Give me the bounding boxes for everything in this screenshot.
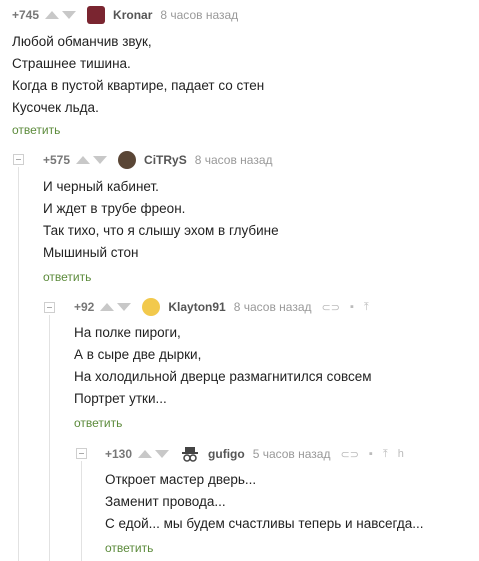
- arrow-up-icon[interactable]: ⤒: [364, 301, 369, 314]
- comment-body: Любой обманчив звук, Страшнее тишина. Ко…: [12, 31, 264, 119]
- comment-line: Откроет мастер дверь...: [105, 472, 257, 487]
- save-icon[interactable]: ▪: [350, 301, 354, 313]
- comment-line: Когда в пустой квартире, падает со стен: [12, 78, 265, 93]
- comment-line: Кусочек льда.: [12, 100, 99, 115]
- comment-header: +92 Klayton91 8 часов назад ⊂⊃ ▪ ⤒: [74, 297, 379, 317]
- comment-line: И ждет в трубе фреон.: [43, 201, 186, 216]
- collapse-toggle[interactable]: [44, 302, 55, 313]
- comment-tools: ⊂⊃ ▪ ⤒: [322, 301, 379, 314]
- comment-header: +575 CiTRyS 8 часов назад: [43, 150, 273, 170]
- comment-line: С едой... мы будем счастливы теперь и на…: [105, 516, 424, 531]
- comment-line: На полке пироги,: [74, 325, 181, 340]
- comment-line: Портрет утки...: [74, 391, 167, 406]
- comment-line: А в сыре две дырки,: [74, 347, 202, 362]
- comment-time[interactable]: 5 часов назад: [253, 447, 331, 461]
- comment-rating: +130: [105, 447, 133, 461]
- comment-time[interactable]: 8 часов назад: [195, 153, 273, 167]
- downvote-icon[interactable]: [155, 450, 170, 458]
- comment-tools: ⊂⊃ ▪ ⤒ h: [340, 448, 413, 461]
- thread-line[interactable]: [18, 167, 19, 561]
- comment-body: И черный кабинет. И ждет в трубе фреон. …: [43, 176, 279, 264]
- comment-line: И черный кабинет.: [43, 179, 159, 194]
- comment-time[interactable]: 8 часов назад: [234, 300, 312, 314]
- comment-author[interactable]: CiTRyS: [144, 153, 187, 167]
- downvote-icon[interactable]: [62, 11, 77, 19]
- thread-line[interactable]: [49, 315, 50, 561]
- upvote-icon[interactable]: [76, 156, 91, 164]
- avatar[interactable]: [87, 6, 106, 24]
- downvote-icon[interactable]: [117, 303, 132, 311]
- comment-line: Так тихо, что я слышу эхом в глубине: [43, 223, 279, 238]
- more-icon[interactable]: h: [398, 448, 404, 460]
- comment-rating: +745: [12, 8, 40, 22]
- comment-body: Откроет мастер дверь... Заменит провода.…: [105, 469, 424, 535]
- reply-link[interactable]: ответить: [12, 123, 60, 137]
- link-icon[interactable]: ⊂⊃: [340, 448, 358, 461]
- comment-rating: +575: [43, 153, 71, 167]
- avatar[interactable]: [142, 298, 161, 316]
- vote-controls: [76, 156, 110, 164]
- vote-controls: [100, 303, 134, 311]
- comment-line: Страшнее тишина.: [12, 56, 131, 71]
- vote-controls: [138, 450, 172, 458]
- comment-author[interactable]: Kronar: [113, 8, 152, 22]
- reply-link[interactable]: ответить: [43, 270, 91, 284]
- reply-link[interactable]: ответить: [105, 541, 153, 555]
- spy-icon: [182, 447, 199, 462]
- vote-controls: [45, 11, 79, 19]
- downvote-icon[interactable]: [93, 156, 108, 164]
- upvote-icon[interactable]: [45, 11, 60, 19]
- arrow-up-icon[interactable]: ⤒: [383, 448, 388, 461]
- collapse-toggle[interactable]: [76, 448, 87, 459]
- comment-header: +745 Kronar 8 часов назад: [12, 5, 238, 25]
- comment-body: На полке пироги, А в сыре две дырки, На …: [74, 322, 372, 410]
- comment-line: Любой обманчив звук,: [12, 34, 152, 49]
- reply-link[interactable]: ответить: [74, 416, 122, 430]
- comment-line: Заменит провода...: [105, 494, 226, 509]
- comment-author[interactable]: gufigo: [208, 447, 245, 461]
- upvote-icon[interactable]: [100, 303, 115, 311]
- comment-header: +130 gufigo 5 часов назад ⊂⊃ ▪ ⤒ h: [105, 444, 414, 464]
- comment-author[interactable]: Klayton91: [168, 300, 225, 314]
- avatar[interactable]: [118, 151, 137, 169]
- collapse-toggle[interactable]: [13, 154, 24, 165]
- comment-rating: +92: [74, 300, 95, 314]
- save-icon[interactable]: ▪: [369, 448, 373, 460]
- thread-line[interactable]: [81, 461, 82, 561]
- link-icon[interactable]: ⊂⊃: [322, 301, 340, 314]
- comment-line: На холодильной дверце размагнитился совс…: [74, 369, 372, 384]
- upvote-icon[interactable]: [138, 450, 153, 458]
- comment-line: Мышиный стон: [43, 245, 139, 260]
- avatar[interactable]: [180, 445, 200, 463]
- comment-time[interactable]: 8 часов назад: [160, 8, 238, 22]
